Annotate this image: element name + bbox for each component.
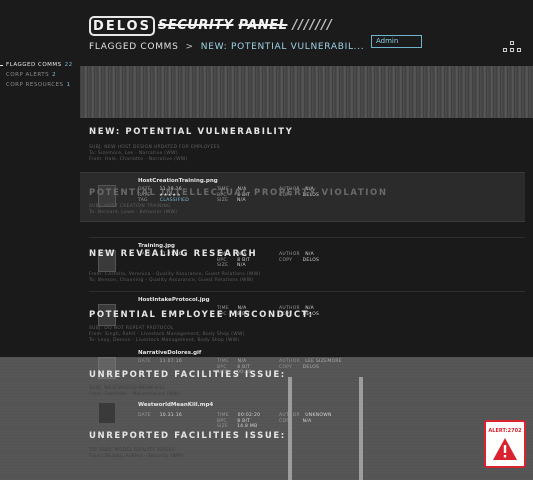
- breadcrumb-separator: >: [185, 42, 194, 52]
- message-item[interactable]: UNREPORTED FACILITIES ISSUE: TO: SUBJ: M…: [80, 430, 533, 475]
- attachment-name: HostCreationTraining.png: [138, 178, 218, 184]
- sidebar-item-count: 1: [66, 82, 71, 88]
- network-grid-icon[interactable]: [503, 41, 521, 53]
- sidebar-item-label: FLAGGED COMMS: [6, 62, 62, 68]
- panel-title-hashes: ///////: [292, 18, 333, 33]
- message-line: From: Hale, Charlotte - Narrative (WW): [89, 157, 188, 162]
- message-item[interactable]: POTENTIAL INTELLECTUAL PROPERTY VIOLATIO…: [80, 185, 533, 225]
- static-noise-band: [80, 66, 533, 118]
- attachment-thumbnail: [98, 402, 116, 424]
- admin-field[interactable]: Admin: [371, 35, 422, 48]
- attachment-meta-left: DATE 10.31.16: [138, 413, 183, 418]
- sidebar-item-count: 22: [64, 62, 73, 68]
- message-item[interactable]: POTENTIAL EMPLOYEE MISCONDUCT: SUBJ: DO …: [80, 309, 533, 349]
- message-line: SUBJ: NEW HOST DESIGN UPDATED FOR EMPLOY…: [89, 145, 220, 150]
- message-line: To: Bernard, Lowe - Behavior (WW): [89, 210, 178, 215]
- sidebar-item-corp-alerts[interactable]: CORP ALERTS 2: [0, 70, 80, 80]
- message-line: From: Costello, Veronica - Quality Assur…: [89, 272, 261, 277]
- message-line: SUBJ: DO NOT REPEAT PROTOCOL: [89, 326, 174, 331]
- alert-badge[interactable]: ALERT:2702: [484, 420, 526, 468]
- breadcrumb-current: NEW: POTENTIAL VULNERABIL...: [200, 42, 365, 52]
- message-item[interactable]: NEW REVEALING RESEARCH From: Costello, V…: [80, 247, 533, 287]
- breadcrumb: FLAGGED COMMS > NEW: POTENTIAL VULNERABIL.…: [89, 42, 364, 52]
- sidebar-item-corp-resources[interactable]: CORP RESOURCES 1: [0, 80, 80, 90]
- message-title: NEW REVEALING RESEARCH: [89, 249, 258, 259]
- sidebar-item-label: CORP ALERTS: [6, 72, 50, 78]
- message-line: To: Benson, Channing - Quality Assurance…: [89, 278, 254, 283]
- panel-title-word2: PANEL: [238, 18, 288, 33]
- sidebar: FLAGGED COMMS 22 CORP ALERTS 2 CORP RESOUR…: [0, 60, 80, 90]
- sidebar-item-count: 2: [52, 72, 57, 78]
- message-title: POTENTIAL EMPLOYEE MISCONDUCT:: [89, 310, 314, 320]
- attachment-meta-mid: TIME 00:02:20 BPC 8 BIT SIZE 14.8 MB: [217, 413, 261, 429]
- delos-logo[interactable]: DELOS: [89, 16, 155, 36]
- message-line: From: Stubbs, Ashley - Security (WW): [89, 454, 185, 459]
- alert-label: ALERT:2702: [488, 428, 522, 434]
- message-line: SUBJ: HOST CREATION TRAINING: [89, 204, 171, 209]
- warning-icon: [493, 438, 517, 460]
- sidebar-item-label: CORP RESOURCES: [6, 82, 64, 88]
- breadcrumb-root[interactable]: FLAGGED COMMS: [89, 42, 179, 52]
- message-line: To: Sizemore, Lee - Narrative (WW): [89, 151, 178, 156]
- message-item[interactable]: NEW: POTENTIAL VULNERABILITY SUBJ: NEW H…: [80, 118, 533, 168]
- panel-title-word1: SECURITY: [158, 18, 234, 33]
- message-title: UNREPORTED FACILITIES ISSUE:: [89, 431, 286, 441]
- attachment-name: HostIntakeProtocol.jpg: [138, 297, 210, 303]
- panel-title: SECURITY PANEL ///////: [158, 18, 333, 33]
- sidebar-item-flagged-comms[interactable]: FLAGGED COMMS 22: [0, 60, 80, 70]
- attachment-meta-right: AUTHOR UNKNOWN COPY N/A: [279, 413, 332, 424]
- attachment-name: NarrativeDolores.gif: [138, 350, 202, 356]
- attachment-name: WestworldMeanKill.mp4: [138, 402, 214, 408]
- header: DELOS SECURITY PANEL /////// Admin FLAGG…: [0, 0, 533, 66]
- message-title: NEW: POTENTIAL VULNERABILITY: [89, 127, 294, 137]
- message-title: POTENTIAL INTELLECTUAL PROPERTY VIOLATIO…: [89, 188, 388, 198]
- message-line: To: Levy, Dennis - Livestock Management,…: [89, 338, 240, 343]
- message-line: TO: SUBJ: MODEL QUALITY ISSUES: [89, 448, 176, 453]
- message-title: UNREPORTED FACILITIES ISSUE:: [89, 370, 286, 380]
- message-line: From: Singh, Rohit - Livestock Managemen…: [89, 332, 245, 337]
